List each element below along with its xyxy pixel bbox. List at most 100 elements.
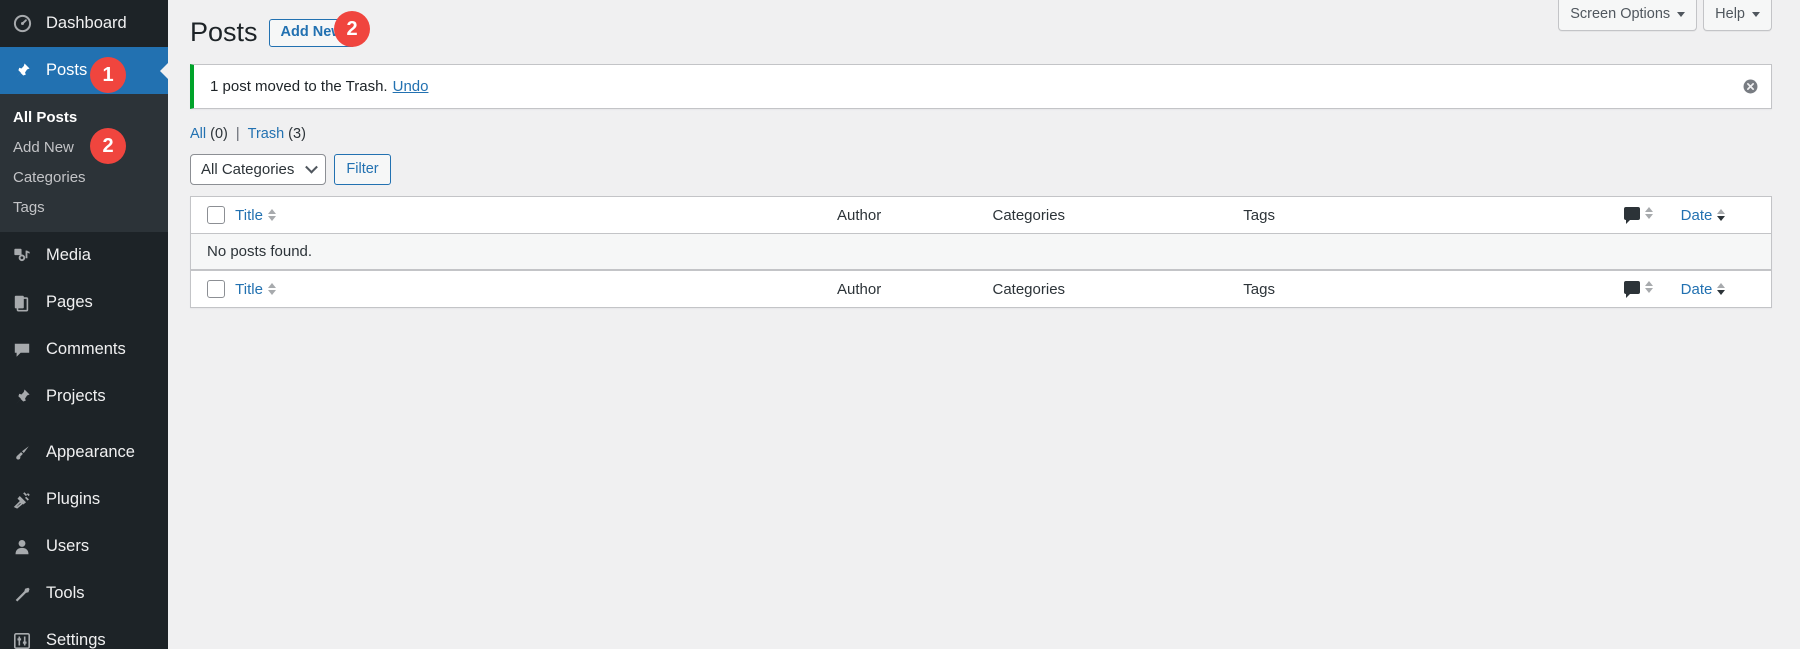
help-button[interactable]: Help bbox=[1703, 0, 1772, 31]
page-title: Posts bbox=[190, 19, 258, 46]
sidebar-item-plugins[interactable]: Plugins bbox=[0, 476, 168, 523]
submenu-item-label: Categories bbox=[13, 169, 86, 186]
column-header-author: Author bbox=[837, 197, 992, 234]
posts-table-foot: Title Author Categories Tags bbox=[191, 270, 1771, 307]
page-header: Posts Add New bbox=[190, 10, 1772, 52]
select-all-checkbox[interactable] bbox=[207, 206, 225, 224]
plug-icon bbox=[13, 491, 37, 509]
sidebar-item-label: Pages bbox=[46, 294, 93, 311]
sliders-icon bbox=[13, 632, 37, 649]
sidebar-item-settings[interactable]: Settings bbox=[0, 617, 168, 649]
column-header-categories: Categories bbox=[993, 197, 1244, 234]
sort-comments-link-footer[interactable] bbox=[1624, 281, 1653, 294]
screen-options-label: Screen Options bbox=[1570, 7, 1670, 22]
help-label: Help bbox=[1715, 7, 1745, 22]
trash-notice: 1 post moved to the Trash. Undo bbox=[190, 64, 1772, 109]
column-label-tags: Tags bbox=[1243, 207, 1275, 224]
column-label-categories: Categories bbox=[993, 207, 1066, 224]
wp-admin-screen: Dashboard Posts All Posts Add New Catego… bbox=[0, 0, 1800, 649]
posts-table: Title Author Categories Tags bbox=[190, 196, 1772, 308]
undo-link[interactable]: Undo bbox=[393, 78, 429, 95]
category-filter-select[interactable]: All Categories bbox=[190, 154, 326, 185]
chevron-down-icon bbox=[1752, 12, 1760, 17]
submenu-item-all-posts[interactable]: All Posts bbox=[0, 102, 168, 132]
sort-date-link-footer[interactable]: Date bbox=[1681, 281, 1726, 298]
view-link-all[interactable]: All bbox=[190, 126, 206, 142]
sort-indicator-icon bbox=[1717, 209, 1725, 221]
sort-title-link[interactable]: Title bbox=[235, 207, 276, 224]
sort-comments-link[interactable] bbox=[1624, 207, 1653, 220]
column-label-author: Author bbox=[837, 207, 881, 224]
content-wrapper: Posts Add New 1 post moved to the Trash.… bbox=[168, 0, 1800, 308]
view-link-trash[interactable]: Trash bbox=[248, 126, 285, 142]
posts-submenu: All Posts Add New Categories Tags bbox=[0, 94, 168, 232]
column-header-comments bbox=[1624, 197, 1680, 234]
sidebar-item-projects[interactable]: Projects bbox=[0, 373, 168, 420]
admin-sidebar: Dashboard Posts All Posts Add New Catego… bbox=[0, 0, 168, 649]
empty-state-message: No posts found. bbox=[191, 234, 1771, 270]
pin-icon bbox=[13, 62, 37, 80]
sort-date-link[interactable]: Date bbox=[1681, 207, 1726, 224]
column-footer-date: Date bbox=[1681, 270, 1771, 307]
sidebar-item-dashboard[interactable]: Dashboard bbox=[0, 0, 168, 47]
notice-text: 1 post moved to the Trash. bbox=[210, 78, 388, 95]
annotation-badge-1: 1 bbox=[90, 57, 126, 93]
column-label-date: Date bbox=[1681, 207, 1713, 224]
chevron-down-icon bbox=[1677, 12, 1685, 17]
main-content: Screen Options Help Posts Add New 1 post… bbox=[168, 0, 1800, 649]
sort-indicator-icon bbox=[268, 283, 276, 295]
annotation-badge-2-addnew-button: 2 bbox=[334, 11, 370, 47]
column-label-date: Date bbox=[1681, 281, 1713, 298]
select-all-header bbox=[191, 197, 235, 234]
sidebar-item-tools[interactable]: Tools bbox=[0, 570, 168, 617]
sidebar-item-label: Media bbox=[46, 247, 91, 264]
brush-icon bbox=[13, 444, 37, 462]
dashboard-icon bbox=[13, 14, 37, 33]
column-footer-categories: Categories bbox=[993, 270, 1244, 307]
table-header-row: Title Author Categories Tags bbox=[191, 197, 1771, 234]
column-label-author: Author bbox=[837, 281, 881, 298]
column-header-date: Date bbox=[1681, 197, 1771, 234]
sidebar-item-label: Appearance bbox=[46, 444, 135, 461]
column-header-tags: Tags bbox=[1243, 197, 1624, 234]
column-footer-tags: Tags bbox=[1243, 270, 1624, 307]
sidebar-item-pages[interactable]: Pages bbox=[0, 279, 168, 326]
sidebar-item-users[interactable]: Users bbox=[0, 523, 168, 570]
sidebar-item-appearance[interactable]: Appearance bbox=[0, 429, 168, 476]
sort-indicator-icon bbox=[1717, 283, 1725, 295]
submenu-item-add-new[interactable]: Add New bbox=[0, 132, 168, 162]
filter-button[interactable]: Filter bbox=[334, 154, 390, 185]
pages-icon bbox=[13, 294, 37, 312]
sidebar-item-label: Settings bbox=[46, 632, 106, 649]
sidebar-item-comments[interactable]: Comments bbox=[0, 326, 168, 373]
chevron-down-icon bbox=[306, 161, 319, 174]
empty-state-row: No posts found. bbox=[191, 234, 1771, 270]
sort-indicator-icon bbox=[268, 209, 276, 221]
annotation-badge-2-submenu: 2 bbox=[90, 128, 126, 164]
post-status-filter-links: All (0) | Trash (3) bbox=[190, 126, 1772, 142]
screen-options-button[interactable]: Screen Options bbox=[1558, 0, 1697, 31]
wrench-icon bbox=[13, 585, 37, 603]
submenu-item-categories[interactable]: Categories bbox=[0, 162, 168, 192]
posts-table-head: Title Author Categories Tags bbox=[191, 197, 1771, 234]
column-label-title: Title bbox=[235, 281, 263, 298]
select-all-checkbox-footer[interactable] bbox=[207, 280, 225, 298]
sidebar-item-media[interactable]: Media bbox=[0, 232, 168, 279]
sort-indicator-icon bbox=[1645, 281, 1653, 293]
column-footer-title: Title bbox=[235, 270, 837, 307]
current-menu-arrow-icon bbox=[160, 62, 168, 80]
close-circle-icon[interactable] bbox=[1740, 77, 1760, 97]
sidebar-item-label: Dashboard bbox=[46, 15, 127, 32]
sidebar-item-label: Plugins bbox=[46, 491, 100, 508]
sidebar-item-posts[interactable]: Posts bbox=[0, 47, 168, 94]
category-filter-value: All Categories bbox=[201, 161, 294, 178]
submenu-item-tags[interactable]: Tags bbox=[0, 192, 168, 222]
view-count-all: (0) bbox=[210, 126, 228, 142]
select-all-footer bbox=[191, 270, 235, 307]
submenu-item-label: Add New bbox=[13, 139, 74, 156]
sort-title-link-footer[interactable]: Title bbox=[235, 281, 276, 298]
view-separator: | bbox=[236, 126, 240, 142]
table-footer-row: Title Author Categories Tags bbox=[191, 270, 1771, 307]
column-label-categories: Categories bbox=[993, 281, 1066, 298]
column-header-title: Title bbox=[235, 197, 837, 234]
